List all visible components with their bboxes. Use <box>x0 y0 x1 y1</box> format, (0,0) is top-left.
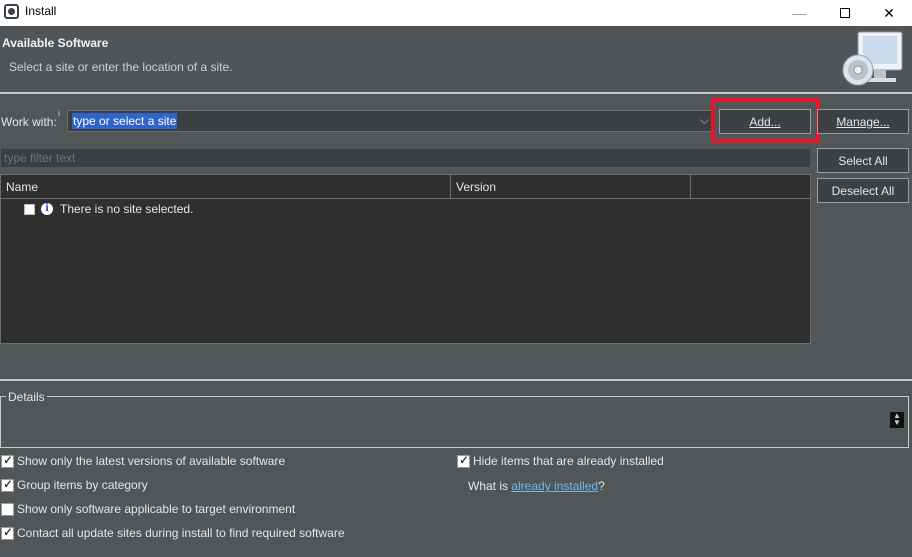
maximize-button[interactable] <box>822 0 868 26</box>
header-separator <box>0 92 912 94</box>
show-latest-checkbox[interactable]: Show only the latest versions of availab… <box>1 453 286 468</box>
work-with-label: Work with: <box>1 115 57 129</box>
checkbox-box[interactable] <box>1 453 14 468</box>
table-header: Name Version <box>1 175 810 199</box>
hide-installed-label: Hide items that are already installed <box>473 454 664 468</box>
details-panel <box>0 396 909 448</box>
minimize-button[interactable]: — <box>776 0 822 26</box>
details-label: Details <box>6 390 47 404</box>
table-row[interactable]: i There is no site selected. <box>1 200 810 218</box>
row-text: There is no site selected. <box>60 202 194 216</box>
info-marker-icon: i <box>58 109 61 118</box>
what-is-prefix: What is <box>468 479 512 493</box>
checkbox-box[interactable] <box>1 525 14 540</box>
details-scroll-arrows-icon[interactable]: ▲ ▼ <box>890 412 904 428</box>
checkbox-box[interactable] <box>1 477 14 492</box>
checkbox-box[interactable] <box>1 502 14 516</box>
column-header-extra[interactable] <box>691 175 810 198</box>
close-icon: ✕ <box>883 4 895 21</box>
work-with-combo[interactable]: type or select a site ⌵ <box>67 110 714 132</box>
target-environment-label: Show only software applicable to target … <box>17 502 296 516</box>
hide-installed-checkbox[interactable]: Hide items that are already installed <box>457 453 664 468</box>
software-table[interactable]: Name Version i There is no site selected… <box>0 174 811 344</box>
install-wizard-icon <box>842 31 903 86</box>
manage-button-label: Manage... <box>836 114 890 129</box>
contact-sites-label: Contact all update sites during install … <box>17 526 345 540</box>
group-by-category-label: Group items by category <box>17 478 148 492</box>
select-all-button[interactable]: Select All <box>817 148 909 173</box>
dialog-header <box>0 26 912 92</box>
window-title: Install <box>25 4 57 18</box>
column-header-version[interactable]: Version <box>451 175 691 198</box>
already-installed-link[interactable]: already installed <box>511 479 598 493</box>
what-is-suffix: ? <box>598 479 605 493</box>
group-by-category-checkbox[interactable]: Group items by category <box>1 477 148 492</box>
maximize-icon <box>840 8 850 18</box>
checkbox-box[interactable] <box>457 453 470 468</box>
contact-sites-checkbox[interactable]: Contact all update sites during install … <box>1 525 345 540</box>
minimize-icon: — <box>792 5 806 21</box>
work-with-value[interactable]: type or select a site <box>72 113 178 129</box>
close-button[interactable]: ✕ <box>866 0 912 26</box>
manage-button[interactable]: Manage... <box>817 109 909 134</box>
info-icon: i <box>41 203 53 215</box>
chevron-down-icon[interactable]: ⌵ <box>700 113 709 128</box>
show-latest-label: Show only the latest versions of availab… <box>17 454 286 468</box>
title-bar: Install — ✕ <box>0 0 912 26</box>
what-is-installed-text: What is already installed? <box>468 479 605 493</box>
details-separator <box>0 379 912 381</box>
column-header-name[interactable]: Name <box>1 175 451 198</box>
page-title: Available Software <box>2 36 109 50</box>
app-icon <box>4 4 19 19</box>
deselect-all-button[interactable]: Deselect All <box>817 178 909 203</box>
target-environment-checkbox[interactable]: Show only software applicable to target … <box>1 502 295 516</box>
filter-input[interactable] <box>0 148 811 168</box>
row-checkbox[interactable] <box>24 204 35 215</box>
highlight-box <box>711 98 820 143</box>
page-subtitle: Select a site or enter the location of a… <box>9 60 233 74</box>
